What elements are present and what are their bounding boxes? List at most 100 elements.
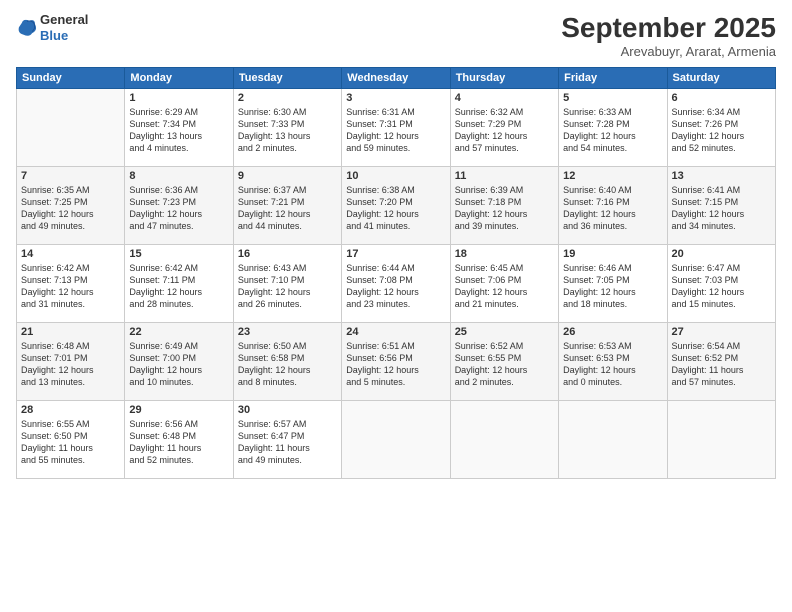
table-row: 30Sunrise: 6:57 AM Sunset: 6:47 PM Dayli… [233,401,341,479]
day-info: Sunrise: 6:54 AM Sunset: 6:52 PM Dayligh… [672,340,771,389]
day-number: 29 [129,404,228,416]
day-info: Sunrise: 6:48 AM Sunset: 7:01 PM Dayligh… [21,340,120,389]
table-row: 3 Sunrise: 6:31 AM Sunset: 7:31 PM Daylig… [342,89,450,167]
day-info: Sunrise: 6:47 AM Sunset: 7:03 PM Dayligh… [672,262,771,311]
day-number: 15 [129,248,228,260]
day-number: 8 [129,170,228,182]
table-row: 1 Sunrise: 6:29 AM Sunset: 7:34 PM Daylig… [125,89,233,167]
header: General Blue September 2025 Arevabuyr, A… [16,12,776,59]
table-row: 15 Sunrise: 6:42 AM Sunset: 7:11 PM Dayli… [125,245,233,323]
day-info: Sunrise: 6:39 AM Sunset: 7:18 PM Dayligh… [455,184,554,233]
table-row: 5 Sunrise: 6:33 AM Sunset: 7:28 PM Daylig… [559,89,667,167]
day-info: Sunrise: 6:52 AM Sunset: 6:55 PM Dayligh… [455,340,554,389]
day-number: 6 [672,92,771,104]
day-info: Sunrise: 6:35 AM Sunset: 7:25 PM Dayligh… [21,184,120,233]
day-info: Sunrise: 6:32 AM Sunset: 7:29 PM Dayligh… [455,106,554,155]
day-number: 2 [238,92,337,104]
day-info: Sunrise: 6:55 AM Sunset: 6:50 PM Dayligh… [21,418,120,467]
day-info: Sunrise: 6:36 AM Sunset: 7:23 PM Dayligh… [129,184,228,233]
day-info: Sunrise: 6:29 AM Sunset: 7:34 PM Dayligh… [129,106,228,155]
day-info: Sunrise: 6:45 AM Sunset: 7:06 PM Dayligh… [455,262,554,311]
logo-icon [16,17,38,39]
col-monday: Monday [125,68,233,89]
day-info: Sunrise: 6:49 AM Sunset: 7:00 PM Dayligh… [129,340,228,389]
day-info: Sunrise: 6:30 AM Sunset: 7:33 PM Dayligh… [238,106,337,155]
col-friday: Friday [559,68,667,89]
location-subtitle: Arevabuyr, Ararat, Armenia [561,44,776,59]
table-row [342,401,450,479]
day-number: 24 [346,326,445,338]
calendar-page: General Blue September 2025 Arevabuyr, A… [0,0,792,612]
day-number: 10 [346,170,445,182]
table-row: 21 Sunrise: 6:48 AM Sunset: 7:01 PM Dayli… [17,323,125,401]
table-row: 13Sunrise: 6:41 AM Sunset: 7:15 PM Dayli… [667,167,775,245]
day-info: Sunrise: 6:41 AM Sunset: 7:15 PM Dayligh… [672,184,771,233]
table-row: 19Sunrise: 6:46 AM Sunset: 7:05 PM Dayli… [559,245,667,323]
day-number: 20 [672,248,771,260]
table-row: 22 Sunrise: 6:49 AM Sunset: 7:00 PM Dayli… [125,323,233,401]
day-number: 25 [455,326,554,338]
day-number: 26 [563,326,662,338]
day-info: Sunrise: 6:50 AM Sunset: 6:58 PM Dayligh… [238,340,337,389]
title-block: September 2025 Arevabuyr, Ararat, Armeni… [561,12,776,59]
table-row: 29 Sunrise: 6:56 AM Sunset: 6:48 PM Dayli… [125,401,233,479]
day-number: 19 [563,248,662,260]
day-number: 18 [455,248,554,260]
table-row: 18 Sunrise: 6:45 AM Sunset: 7:06 PM Dayli… [450,245,558,323]
table-row: 7 Sunrise: 6:35 AM Sunset: 7:25 PM Daylig… [17,167,125,245]
day-number: 16 [238,248,337,260]
table-row: 11 Sunrise: 6:39 AM Sunset: 7:18 PM Dayli… [450,167,558,245]
day-info: Sunrise: 6:40 AM Sunset: 7:16 PM Dayligh… [563,184,662,233]
calendar-week-row: 1 Sunrise: 6:29 AM Sunset: 7:34 PM Daylig… [17,89,776,167]
day-info: Sunrise: 6:56 AM Sunset: 6:48 PM Dayligh… [129,418,228,467]
table-row [450,401,558,479]
day-info: Sunrise: 6:31 AM Sunset: 7:31 PM Dayligh… [346,106,445,155]
day-number: 7 [21,170,120,182]
day-number: 11 [455,170,554,182]
day-number: 21 [21,326,120,338]
table-row: 8 Sunrise: 6:36 AM Sunset: 7:23 PM Daylig… [125,167,233,245]
day-number: 17 [346,248,445,260]
day-number: 5 [563,92,662,104]
col-tuesday: Tuesday [233,68,341,89]
table-row: 4 Sunrise: 6:32 AM Sunset: 7:29 PM Daylig… [450,89,558,167]
calendar-header-row: Sunday Monday Tuesday Wednesday Thursday… [17,68,776,89]
day-number: 1 [129,92,228,104]
calendar-week-row: 14 Sunrise: 6:42 AM Sunset: 7:13 PM Dayli… [17,245,776,323]
day-info: Sunrise: 6:57 AM Sunset: 6:47 PM Dayligh… [238,418,337,467]
table-row: 28 Sunrise: 6:55 AM Sunset: 6:50 PM Dayli… [17,401,125,479]
day-info: Sunrise: 6:33 AM Sunset: 7:28 PM Dayligh… [563,106,662,155]
table-row: 24 Sunrise: 6:51 AM Sunset: 6:56 PM Dayli… [342,323,450,401]
day-number: 12 [563,170,662,182]
day-number: 3 [346,92,445,104]
table-row: 9 Sunrise: 6:37 AM Sunset: 7:21 PM Daylig… [233,167,341,245]
calendar-table: Sunday Monday Tuesday Wednesday Thursday… [16,67,776,479]
table-row [667,401,775,479]
day-info: Sunrise: 6:53 AM Sunset: 6:53 PM Dayligh… [563,340,662,389]
col-sunday: Sunday [17,68,125,89]
day-info: Sunrise: 6:38 AM Sunset: 7:20 PM Dayligh… [346,184,445,233]
day-info: Sunrise: 6:42 AM Sunset: 7:13 PM Dayligh… [21,262,120,311]
logo-general: General [40,12,88,27]
day-number: 9 [238,170,337,182]
table-row: 26 Sunrise: 6:53 AM Sunset: 6:53 PM Dayli… [559,323,667,401]
calendar-week-row: 28 Sunrise: 6:55 AM Sunset: 6:50 PM Dayli… [17,401,776,479]
day-number: 23 [238,326,337,338]
day-number: 27 [672,326,771,338]
day-number: 22 [129,326,228,338]
day-number: 14 [21,248,120,260]
table-row [17,89,125,167]
day-info: Sunrise: 6:42 AM Sunset: 7:11 PM Dayligh… [129,262,228,311]
day-number: 4 [455,92,554,104]
table-row: 27 Sunrise: 6:54 AM Sunset: 6:52 PM Dayli… [667,323,775,401]
table-row: 20 Sunrise: 6:47 AM Sunset: 7:03 PM Dayli… [667,245,775,323]
logo-text: General Blue [40,12,88,43]
day-info: Sunrise: 6:37 AM Sunset: 7:21 PM Dayligh… [238,184,337,233]
table-row: 23 Sunrise: 6:50 AM Sunset: 6:58 PM Dayli… [233,323,341,401]
month-title: September 2025 [561,12,776,44]
table-row: 16Sunrise: 6:43 AM Sunset: 7:10 PM Dayli… [233,245,341,323]
day-info: Sunrise: 6:51 AM Sunset: 6:56 PM Dayligh… [346,340,445,389]
calendar-week-row: 7 Sunrise: 6:35 AM Sunset: 7:25 PM Daylig… [17,167,776,245]
table-row: 17Sunrise: 6:44 AM Sunset: 7:08 PM Dayli… [342,245,450,323]
day-number: 28 [21,404,120,416]
